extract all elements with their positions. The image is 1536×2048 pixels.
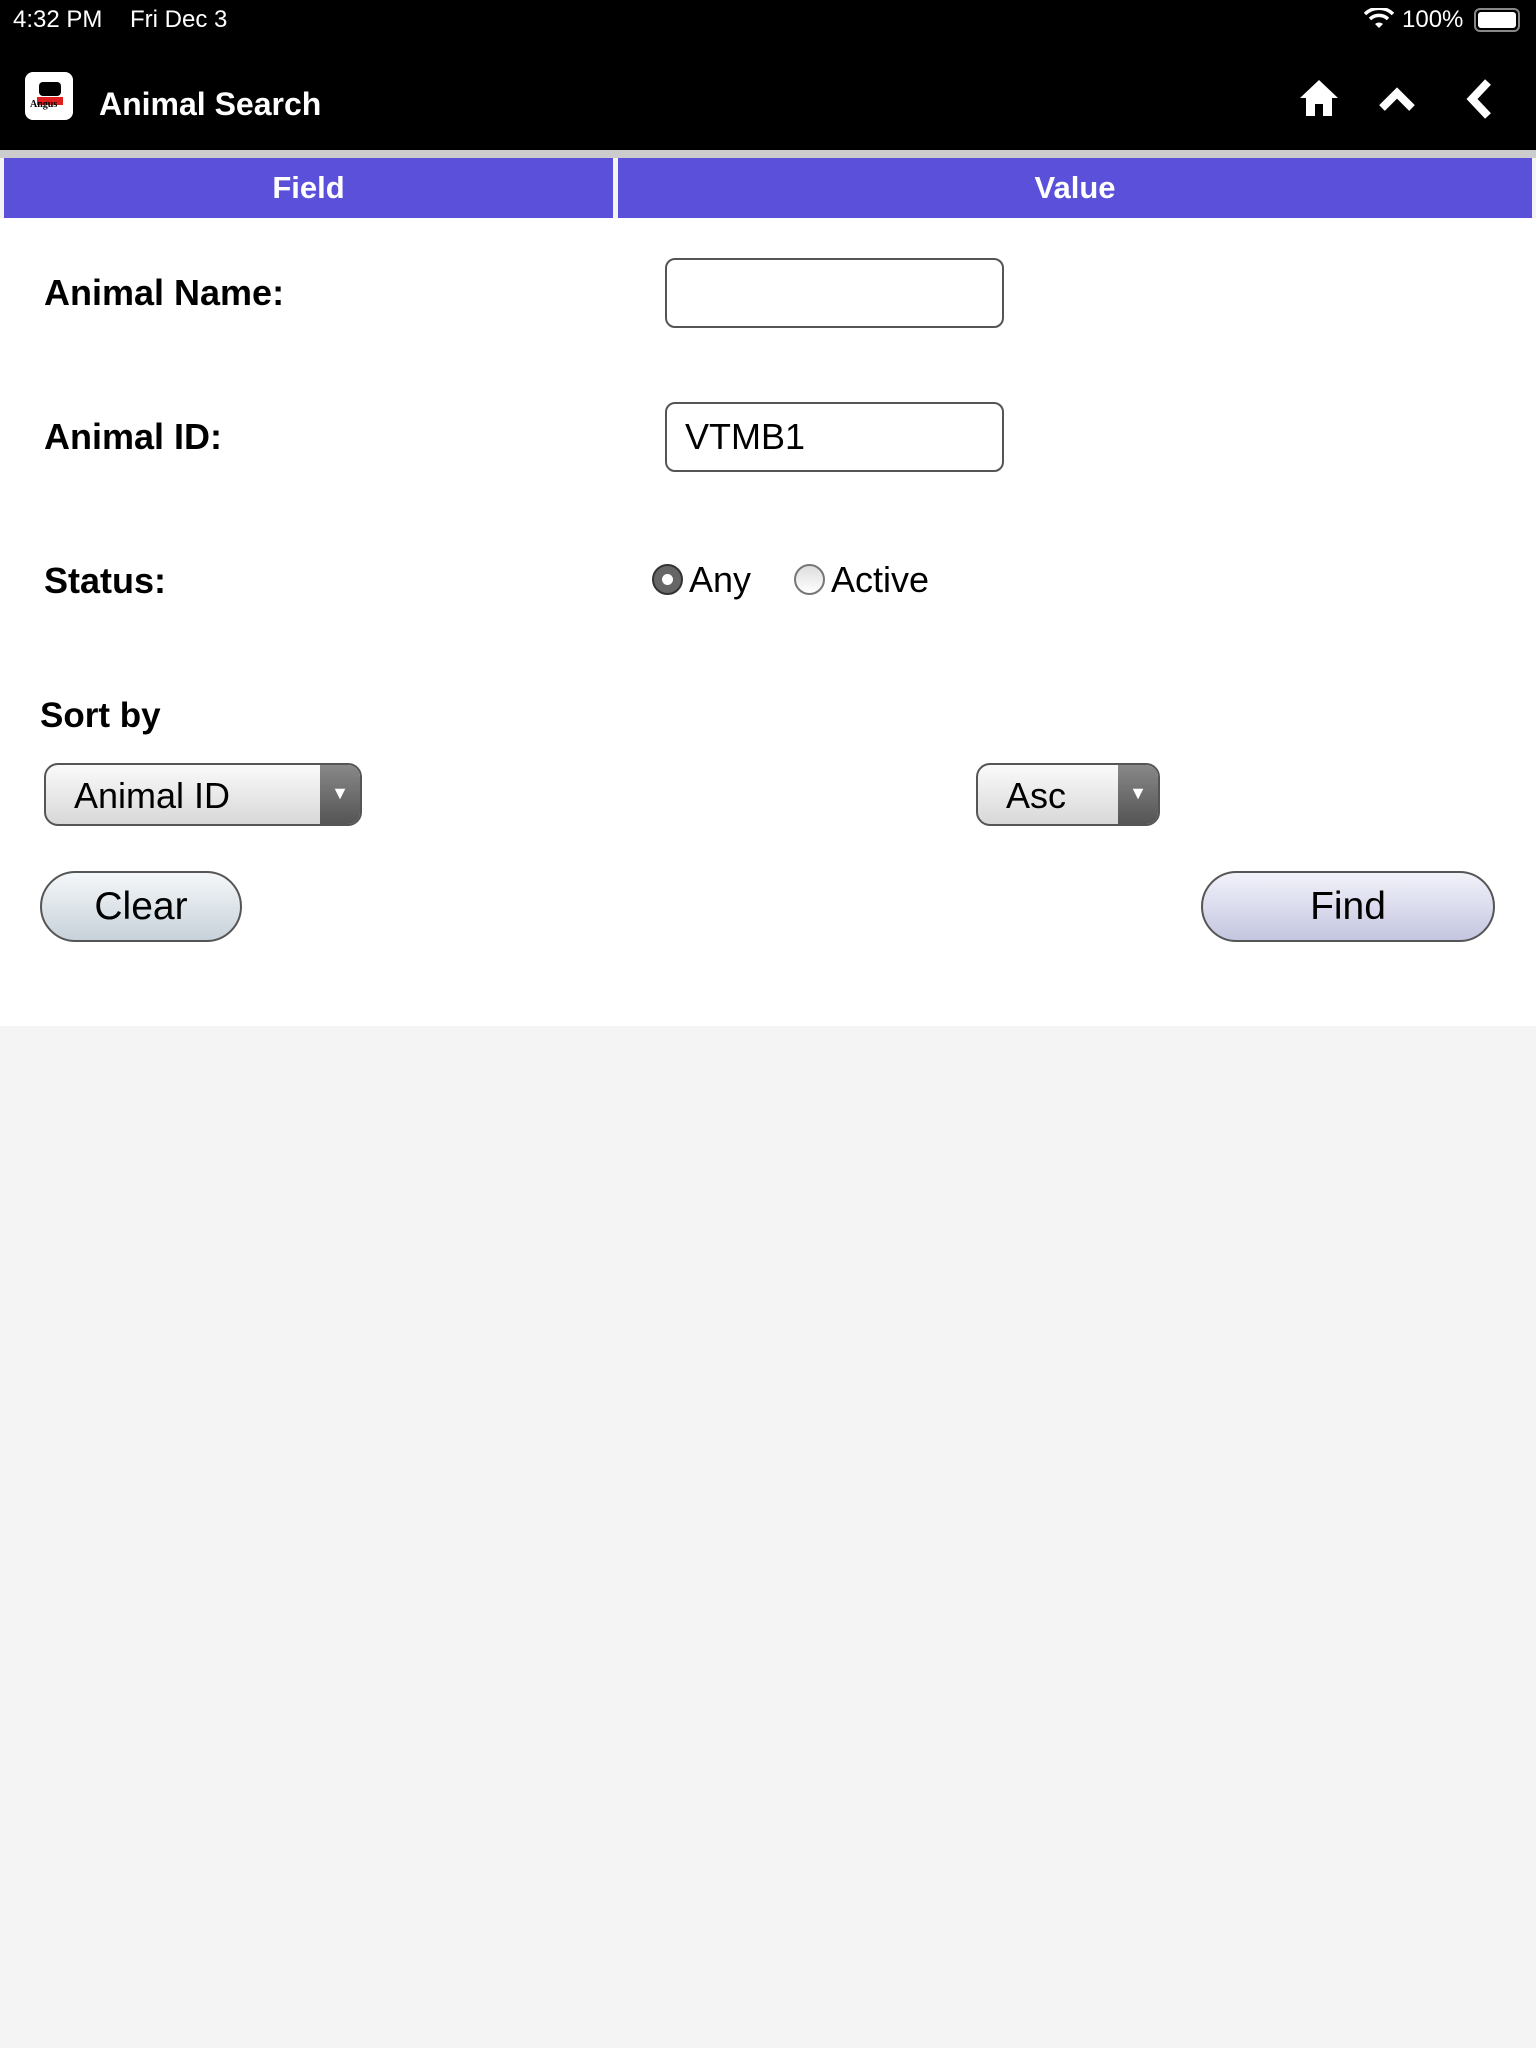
chevron-up-icon[interactable] [1378,84,1416,114]
sort-order-select[interactable]: Asc ▼ [976,763,1160,826]
battery-icon [1474,8,1520,32]
sort-field-select[interactable]: Animal ID ▼ [44,763,362,826]
dropdown-arrow-icon: ▼ [1118,765,1158,824]
status-active-radio[interactable] [794,564,825,595]
status-time: 4:32 PM [13,6,103,33]
animal-name-label: Animal Name: [44,272,285,313]
column-header-field: Field [4,158,613,218]
animal-name-input[interactable] [665,258,1004,328]
animal-id-input[interactable] [665,402,1004,472]
status-label: Status: [44,560,167,601]
sort-field-value: Animal ID [74,775,231,816]
app-header: Angus Animal Search [0,40,1536,150]
animal-id-label: Animal ID: [44,416,223,457]
home-icon[interactable] [1298,78,1340,118]
find-button[interactable]: Find [1201,871,1495,942]
sort-by-label: Sort by [40,696,161,735]
clear-button[interactable]: Clear [40,871,242,942]
chevron-left-icon[interactable] [1464,78,1494,120]
status-bar: 4:32 PM Fri Dec 3 100% [0,0,1536,40]
battery-percent: 100% [1402,6,1464,33]
column-header-value: Value [618,158,1532,218]
dropdown-arrow-icon: ▼ [320,765,360,824]
divider [0,150,1536,158]
status-any-radio[interactable] [652,564,683,595]
status-any-label[interactable]: Any [689,559,751,601]
sort-order-value: Asc [1006,775,1067,816]
status-date: Fri Dec 3 [130,6,228,33]
status-active-label[interactable]: Active [831,559,929,601]
angus-logo: Angus [25,72,73,120]
page-title: Animal Search [99,86,322,122]
wifi-icon [1364,8,1394,28]
